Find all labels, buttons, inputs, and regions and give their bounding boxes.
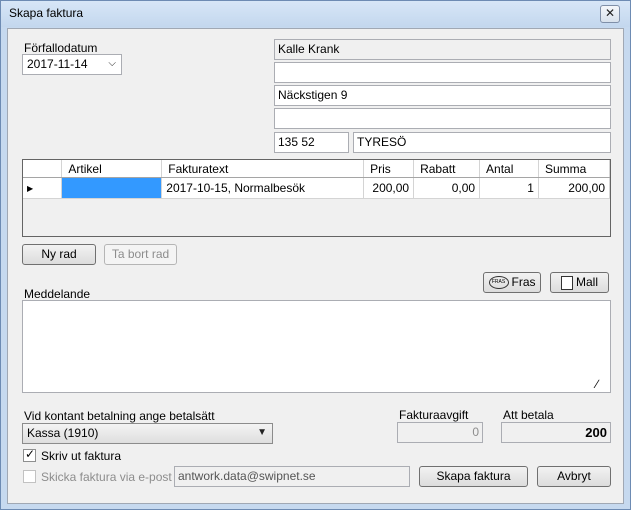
street-field[interactable]: Näckstigen 9	[274, 85, 611, 106]
due-date-label: Förfallodatum	[24, 41, 98, 55]
customer-name-field[interactable]: Kalle Krank	[274, 39, 611, 60]
address-line2-field[interactable]	[274, 62, 611, 83]
cell-rabatt[interactable]: 0,00	[413, 177, 481, 199]
postcode-field[interactable]: 135 52	[274, 132, 349, 153]
print-invoice-label: Skriv ut faktura	[41, 449, 122, 463]
payment-method-value: Kassa (1910)	[27, 426, 99, 440]
template-icon	[560, 275, 573, 290]
create-invoice-button[interactable]: Skapa faktura	[419, 466, 528, 487]
fee-label: Fakturaavgift	[399, 408, 469, 422]
fras-button[interactable]: FRAS Fras	[483, 272, 541, 293]
mall-label: Mall	[575, 275, 598, 289]
cell-summa[interactable]: 200,00	[538, 177, 610, 199]
due-date-value: 2017-11-14	[27, 57, 88, 71]
table-row[interactable]: ▶ 2017-10-15, Normalbesök 200,00 0,00 1 …	[23, 177, 610, 199]
fras-label: Fras	[511, 275, 536, 289]
title-bar[interactable]: Skapa faktura ✕	[1, 1, 630, 27]
payment-method-select[interactable]: Kassa (1910) ▼	[22, 423, 273, 444]
col-antal[interactable]: Antal	[479, 160, 539, 178]
email-invoice-label: Skicka faktura via e-post	[41, 470, 172, 484]
cell-fakturatext[interactable]: 2017-10-15, Normalbesök	[161, 177, 365, 199]
row-header-corner	[23, 160, 63, 178]
checkmark-icon: ✓	[25, 447, 36, 461]
dropdown-arrow-icon: ▼	[257, 427, 267, 438]
message-label: Meddelande	[24, 287, 91, 301]
email-address-field[interactable]: antwork.data@swipnet.se	[174, 466, 410, 487]
invoice-lines-grid[interactable]: Artikel Fakturatext Pris Rabatt Antal Su…	[22, 159, 611, 237]
message-textarea[interactable]	[22, 300, 611, 393]
close-icon: ✕	[604, 6, 616, 20]
to-pay-label: Att betala	[503, 408, 554, 422]
to-pay-value: 200	[501, 422, 611, 443]
email-invoice-checkbox[interactable]	[23, 470, 36, 483]
dialog-body: Förfallodatum 2017-11-14 ⌵ Kalle Krank N…	[7, 28, 624, 504]
invoice-lines-table: Artikel Fakturatext Pris Rabatt Antal Su…	[23, 160, 610, 199]
fee-field: 0	[397, 422, 483, 443]
row-selector[interactable]: ▶	[23, 177, 63, 199]
col-rabatt[interactable]: Rabatt	[413, 160, 481, 178]
cell-artikel[interactable]	[61, 177, 163, 199]
due-date-picker[interactable]: 2017-11-14 ⌵	[22, 54, 122, 75]
close-button[interactable]: ✕	[600, 5, 620, 23]
delete-row-button[interactable]: Ta bort rad	[104, 244, 177, 265]
mall-button[interactable]: Mall	[550, 272, 609, 293]
chevron-down-icon: ⌵	[108, 58, 116, 69]
cancel-button[interactable]: Avbryt	[537, 466, 611, 487]
new-row-button[interactable]: Ny rad	[22, 244, 96, 265]
speech-bubble-icon: FRAS	[488, 276, 509, 290]
grid-header-row: Artikel Fakturatext Pris Rabatt Antal Su…	[23, 160, 610, 178]
cell-antal[interactable]: 1	[479, 177, 539, 199]
col-pris[interactable]: Pris	[363, 160, 415, 178]
address-line4-field[interactable]	[274, 108, 611, 129]
col-artikel[interactable]: Artikel	[61, 160, 163, 178]
resize-grip-icon[interactable]: ∕	[596, 377, 598, 391]
city-field[interactable]: TYRESÖ	[353, 132, 611, 153]
payment-method-label: Vid kontant betalning ange betalsätt	[24, 409, 215, 423]
cell-pris[interactable]: 200,00	[363, 177, 415, 199]
dialog-window: Skapa faktura ✕ Förfallodatum 2017-11-14…	[0, 0, 631, 510]
col-summa[interactable]: Summa	[538, 160, 610, 178]
window-title: Skapa faktura	[9, 6, 84, 20]
print-invoice-checkbox[interactable]: ✓	[23, 447, 36, 462]
col-fakturatext[interactable]: Fakturatext	[161, 160, 365, 178]
